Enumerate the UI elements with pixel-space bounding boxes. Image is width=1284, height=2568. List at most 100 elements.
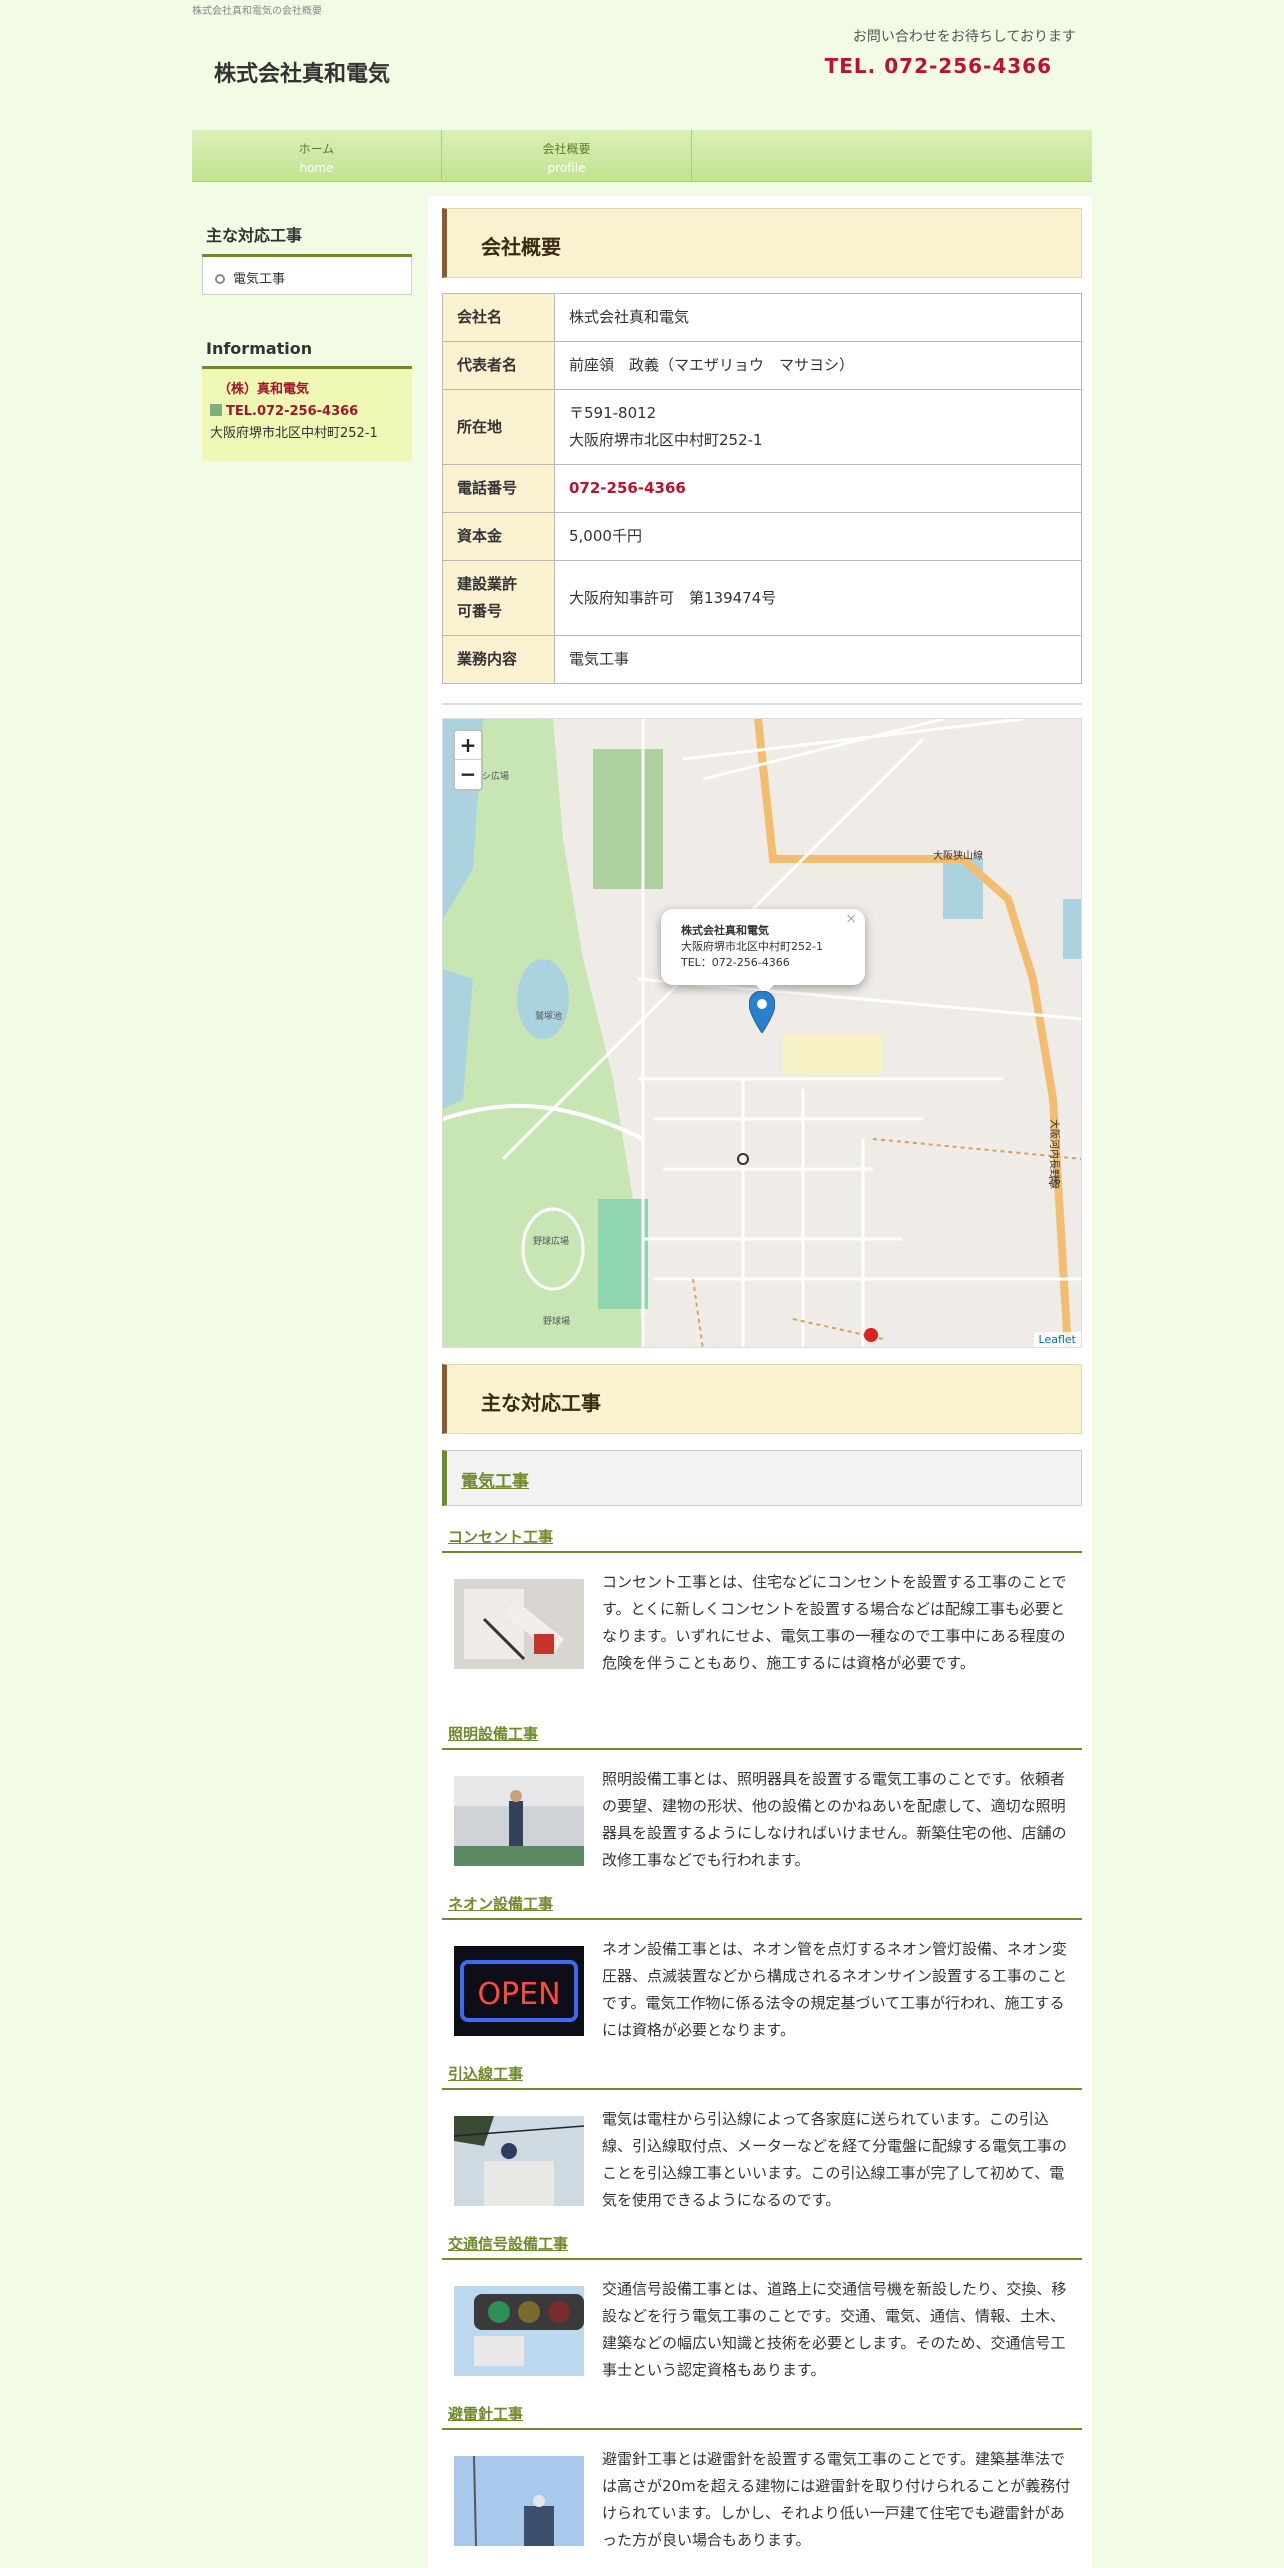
contact-message: お問い合わせをお待ちしております (852, 29, 1076, 45)
row-value: 〒591-8012 大阪府堺市北区中村町252-1 (554, 389, 1082, 465)
work-body: 照明設備工事とは、照明器具を設置する電気工事のことです。依頼者の要望、建物の形状… (442, 1750, 1082, 1887)
outlet-work-photo (454, 1579, 584, 1669)
row-value: 5,000千円 (554, 512, 1082, 561)
work-body: 交通信号設備工事とは、道路上に交通信号機を新設したり、交換、移設などを行う電気工… (442, 2260, 1082, 2397)
table-row: 所在地 〒591-8012 大阪府堺市北区中村町252-1 (442, 389, 1082, 465)
info-box: （株）真和電気 TEL.072-256-4366 大阪府堺市北区中村町252-1 (202, 369, 412, 461)
global-nav: ホーム home 会社概要 profile (192, 130, 1092, 182)
sidebar: 主な対応工事 電気工事 Information （株）真和電気 TEL.072-… (202, 216, 412, 461)
nav-item-profile[interactable]: 会社概要 profile (442, 130, 692, 182)
zoom-in-button[interactable]: + (455, 731, 481, 760)
lighting-work-photo (454, 1776, 584, 1866)
work-item-lighting: 照明設備工事 照明設備工事とは、照明器具を設置する電気工事のことです。依頼者の要… (442, 1717, 1082, 1887)
works-list: コンセント工事 コンセント工事とは、住宅などにコンセントを設置する工事のことです… (442, 1520, 1082, 2567)
phone-icon (210, 404, 222, 416)
work-title-link[interactable]: 避雷針工事 (442, 2397, 1082, 2430)
zoom-out-button[interactable]: − (455, 760, 481, 789)
work-title-link[interactable]: 照明設備工事 (442, 1717, 1082, 1750)
row-label: 業務内容 (442, 635, 555, 684)
map-tiles: 大阪狭山線 大阪河内長野線 26 鷲塚池 野球広場 野球場 ミシ広場 (443, 719, 1081, 1347)
info-tel-label: TEL.072-256-4366 (226, 404, 359, 419)
row-value-tel[interactable]: 072-256-4366 (554, 464, 1082, 513)
work-title-link[interactable]: 交通信号設備工事 (442, 2227, 1082, 2260)
nav-label-en: profile (547, 161, 586, 175)
sidebar-item-electrical[interactable]: 電気工事 (215, 268, 285, 287)
sidebar-works-heading: 主な対応工事 (202, 216, 412, 257)
work-item-service-line: 引込線工事 電気は電柱から引込線によって各家庭に送られています。この引込線、引込… (442, 2057, 1082, 2227)
works-heading: 主な対応工事 (442, 1364, 1082, 1434)
nav-label-jp: 会社概要 (542, 142, 591, 156)
info-address: 大阪府堺市北区中村町252-1 (210, 426, 378, 441)
row-label: 所在地 (442, 389, 555, 465)
table-row: 電話番号 072-256-4366 (442, 464, 1082, 513)
row-label: 建設業許 可番号 (442, 560, 555, 636)
road-label: 大阪狭山線 (933, 849, 983, 862)
sidebar-info-heading: Information (202, 333, 412, 369)
header-tel[interactable]: TEL. 072-256-4366 (825, 54, 1052, 78)
work-body: 避雷針工事とは避雷針を設置する電気工事のことです。建築基準法では高さが20mを超… (442, 2430, 1082, 2567)
row-label: 会社名 (442, 293, 555, 342)
row-value: 大阪府知事許可 第139474号 (554, 560, 1082, 636)
work-item-neon: ネオン設備工事 OPEN ネオン設備工事とは、ネオン管を点灯するネオン管灯設備、… (442, 1887, 1082, 2057)
sidebar-works-list: 電気工事 (202, 257, 412, 295)
work-item-traffic-signal: 交通信号設備工事 交通信号設備工事とは、道路上に交通信号機を新設したり、交換、移… (442, 2227, 1082, 2397)
work-item-outlet: コンセント工事 コンセント工事とは、住宅などにコンセントを設置する工事のことです… (442, 1520, 1082, 1717)
lightning-rod-photo (454, 2456, 584, 2546)
bullet-icon (215, 274, 225, 284)
map-zoom-control: + − (453, 729, 483, 791)
nav-label-jp: ホーム (298, 142, 335, 156)
traffic-signal-photo (454, 2286, 584, 2376)
nav-label-en: home (299, 161, 334, 175)
site-title[interactable]: 株式会社真和電気 (214, 56, 390, 88)
work-title-link[interactable]: ネオン設備工事 (442, 1887, 1082, 1920)
neon-sign-photo: OPEN (454, 1946, 584, 2036)
work-title-link[interactable]: コンセント工事 (442, 1520, 1082, 1553)
work-description: 照明設備工事とは、照明器具を設置する電気工事のことです。依頼者の要望、建物の形状… (602, 1770, 1067, 1869)
work-body: 電気は電柱から引込線によって各家庭に送られています。この引込線、引込線取付点、メ… (442, 2090, 1082, 2227)
row-value: 電気工事 (554, 635, 1082, 684)
work-description: コンセント工事とは、住宅などにコンセントを設置する工事のことです。とくに新しくコ… (602, 1573, 1067, 1672)
works-category-heading: 電気工事 (442, 1450, 1082, 1506)
row-label: 代表者名 (442, 341, 555, 390)
work-body: OPEN ネオン設備工事とは、ネオン管を点灯するネオン管灯設備、ネオン変圧器、点… (442, 1920, 1082, 2057)
divider (442, 703, 1082, 705)
row-value: 前座領 政義（マエザリョウ マサヨシ） (554, 341, 1082, 390)
nav-item-home[interactable]: ホーム home (192, 130, 442, 182)
route-number: 26 (1048, 1176, 1061, 1187)
work-description: ネオン設備工事とは、ネオン管を点灯するネオン管灯設備、ネオン変圧器、点滅装置など… (602, 1940, 1068, 2039)
table-row: 会社名 株式会社真和電気 (442, 293, 1082, 342)
main-content: 会社概要 会社名 株式会社真和電気 代表者名 前座領 政義（マエザリョウ マサヨシ）… (428, 196, 1092, 2568)
popup-address: 大阪府堺市北区中村町252-1 (681, 940, 823, 953)
table-row: 資本金 5,000千円 (442, 512, 1082, 561)
work-title-link[interactable]: 引込線工事 (442, 2057, 1082, 2090)
work-description: 交通信号設備工事とは、道路上に交通信号機を新設したり、交換、移設などを行う電気工… (602, 2280, 1067, 2379)
popup-tel: TEL：072-256-4366 (681, 956, 790, 969)
row-label: 資本金 (442, 512, 555, 561)
map-popup: × 株式会社真和電気 大阪府堺市北区中村町252-1 TEL：072-256-4… (661, 909, 865, 985)
site-description: 株式会社真和電気の会社概要 (192, 6, 322, 17)
row-label: 電話番号 (442, 464, 555, 513)
profile-heading: 会社概要 (442, 208, 1082, 278)
pond-label: 鷲塚池 (535, 1010, 562, 1022)
map-attribution-link[interactable]: Leaflet (1033, 1332, 1081, 1347)
info-tel[interactable]: TEL.072-256-4366 (210, 401, 404, 423)
service-line-photo (454, 2116, 584, 2206)
table-row: 建設業許 可番号 大阪府知事許可 第139474号 (442, 560, 1082, 636)
park-label: 野球場 (543, 1315, 570, 1327)
park-label: 野球広場 (533, 1235, 569, 1247)
popup-name: 株式会社真和電気 (681, 924, 769, 937)
work-description: 避雷針工事とは避雷針を設置する電気工事のことです。建築基準法では高さが20mを超… (602, 2450, 1071, 2549)
company-profile-table: 会社名 株式会社真和電気 代表者名 前座領 政義（マエザリョウ マサヨシ） 所在地〒… (442, 293, 1082, 684)
work-description: 電気は電柱から引込線によって各家庭に送られています。この引込線、引込線取付点、メ… (602, 2110, 1068, 2209)
map-marker-icon[interactable] (749, 991, 775, 1033)
table-row: 代表者名 前座領 政義（マエザリョウ マサヨシ） (442, 341, 1082, 390)
popup-close-button[interactable]: × (845, 911, 857, 927)
sidebar-item-label: 電気工事 (233, 272, 286, 287)
work-body: コンセント工事とは、住宅などにコンセントを設置する工事のことです。とくに新しくコ… (442, 1553, 1082, 1717)
table-row: 業務内容 電気工事 (442, 635, 1082, 684)
info-company-name: （株）真和電気 (218, 382, 310, 397)
map[interactable]: 大阪狭山線 大阪河内長野線 26 鷲塚池 野球広場 野球場 ミシ広場 + − ×… (442, 718, 1082, 1348)
work-item-lightning-rod: 避雷針工事 避雷針工事とは避雷針を設置する電気工事のことです。建築基準法では高さ… (442, 2397, 1082, 2567)
row-value: 株式会社真和電気 (554, 293, 1082, 342)
works-category-link[interactable]: 電気工事 (461, 1472, 529, 1492)
